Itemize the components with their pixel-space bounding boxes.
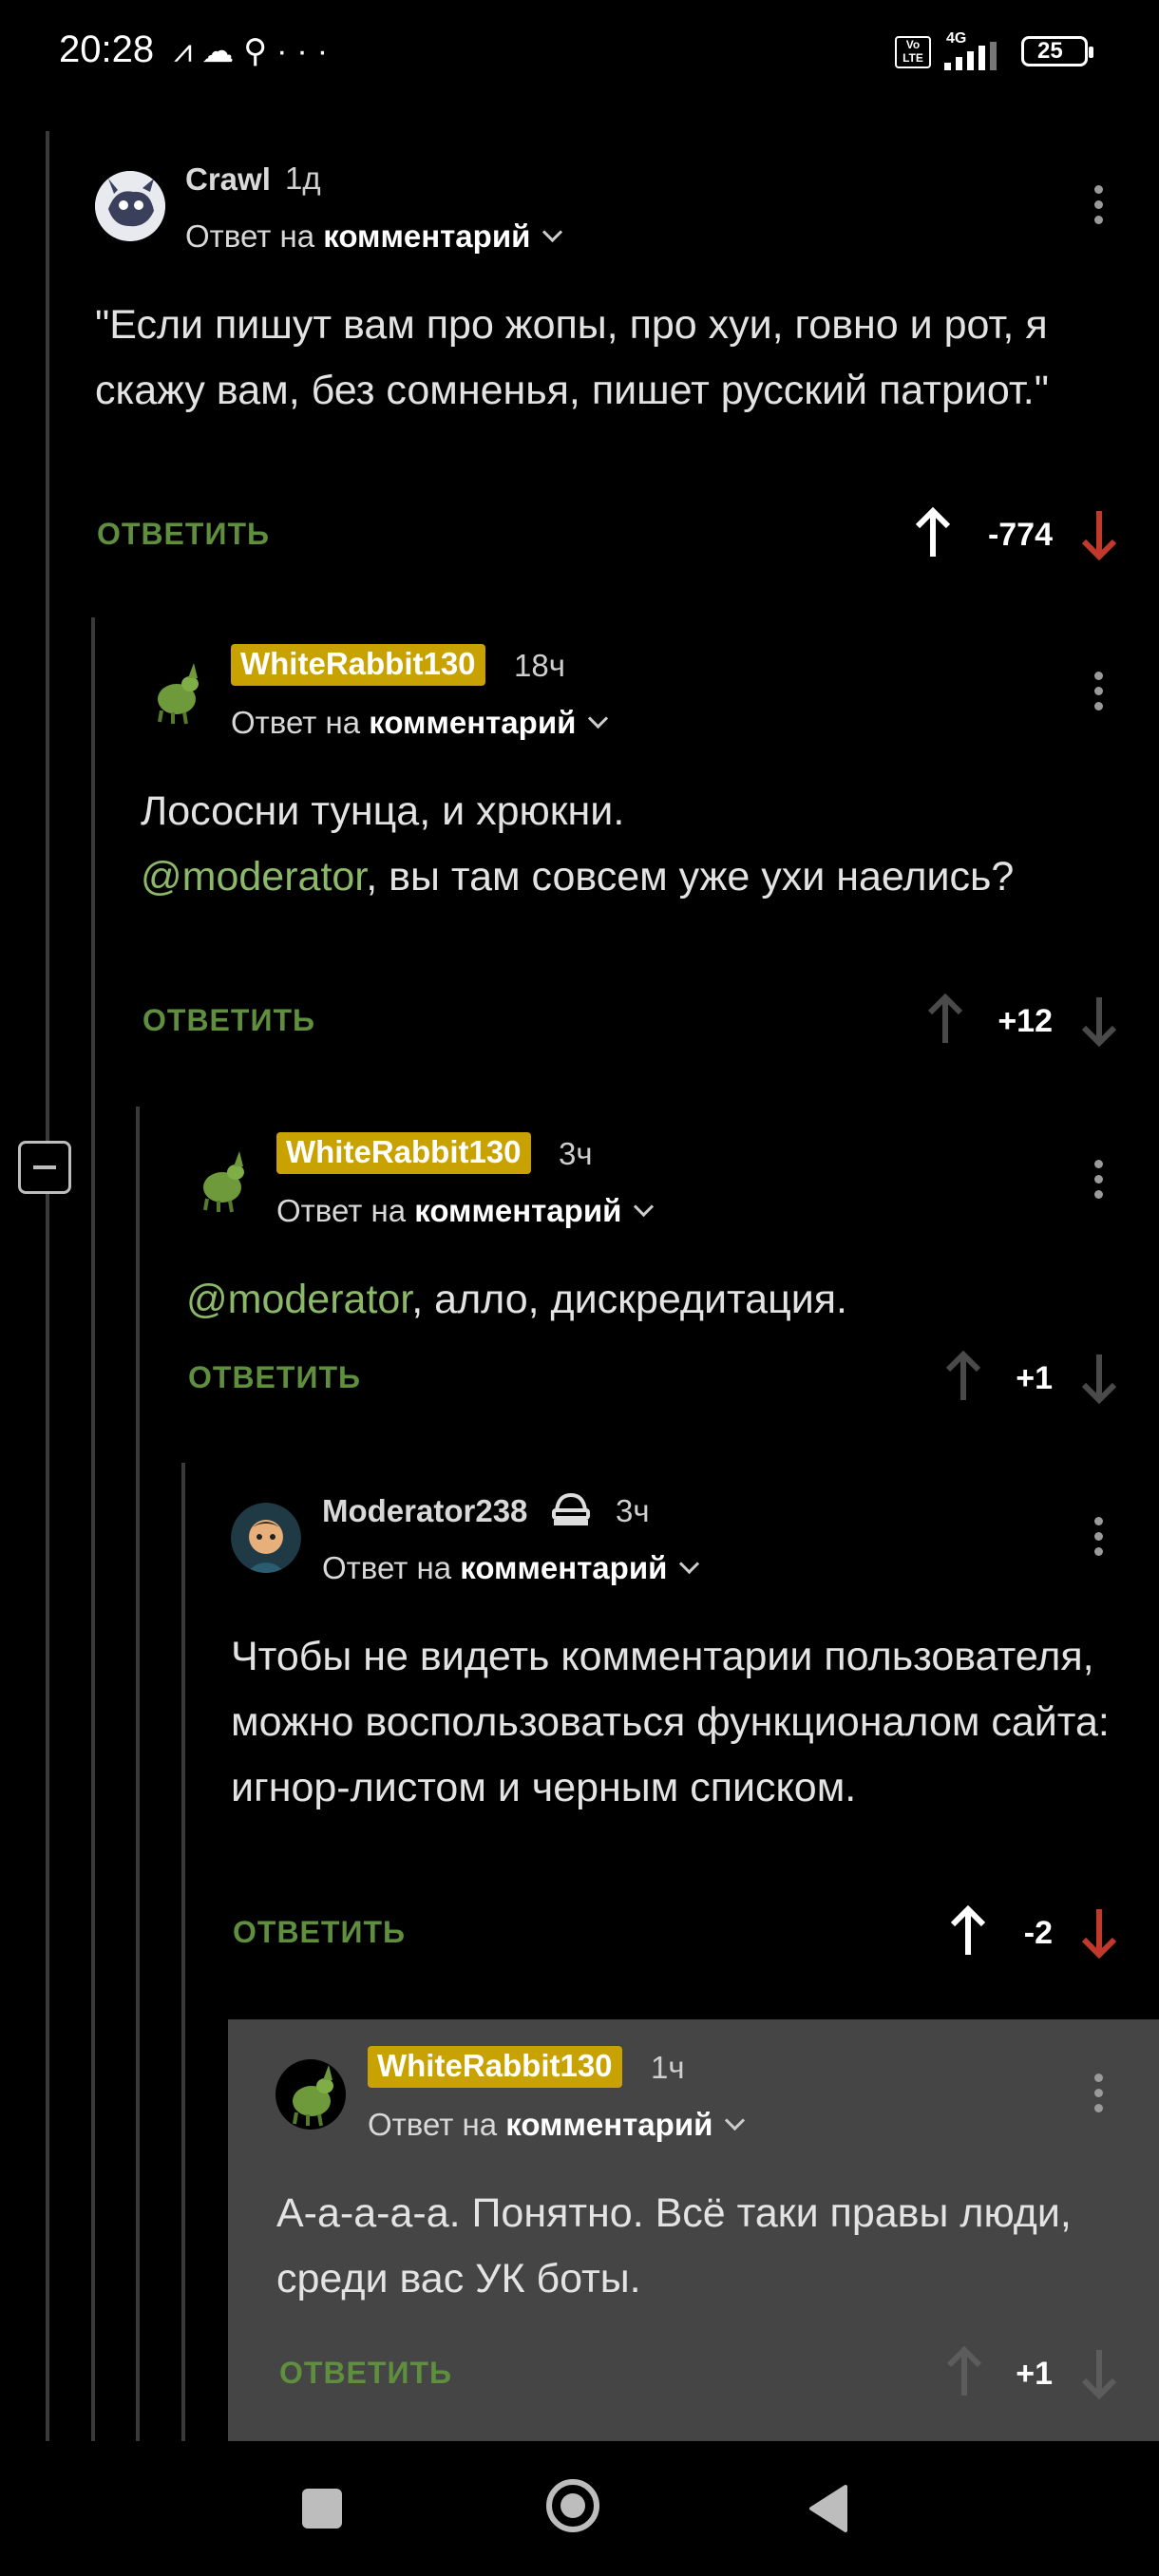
comment-time: 3ч [616,1493,650,1528]
battery-icon: 25 [1021,36,1093,66]
bird-icon: ⚲ [243,33,277,69]
comment-text: Лососни тунца, и хрюкни. @moderator, вы … [141,788,1015,900]
downvote-icon[interactable] [1078,1905,1120,1960]
comment: WhiteRabbit130 3ч Ответ на комментарий @… [0,1127,1159,1430]
downvote-icon[interactable] [1078,994,1120,1048]
more-options-icon[interactable] [1079,1510,1117,1567]
status-bar: 20:28 ⩘☁⚲··· Vo LTE 4G 25 [0,0,1159,104]
mention-link[interactable]: @moderator [141,854,366,900]
username[interactable]: WhiteRabbit130 [231,644,485,686]
username[interactable]: WhiteRabbit130 [368,2046,622,2088]
reply-button[interactable]: ОТВЕТИТЬ [188,1360,361,1395]
chevron-down-icon [542,221,563,243]
reply-to-link[interactable]: Ответ на комментарий [276,1193,655,1229]
signal-icon [944,42,997,70]
reply-button[interactable]: ОТВЕТИТЬ [142,1003,315,1038]
comment: Moderator238 3ч Ответ на комментарий Что… [0,1484,1159,1960]
chevron-down-icon [588,708,609,729]
reply-to-link[interactable]: Ответ на комментарий [322,1550,700,1586]
upvote-icon[interactable] [924,993,966,1047]
home-circle-icon[interactable] [546,2479,599,2532]
vote-score: -774 [987,517,1053,553]
vote-score: +1 [1016,1360,1053,1396]
username[interactable]: WhiteRabbit130 [276,1132,531,1174]
status-time: 20:28 [59,28,155,70]
battery-level: 25 [1037,38,1063,64]
comment-time: 3ч [559,1136,593,1171]
downvote-icon[interactable] [1078,1351,1120,1405]
recents-square-icon[interactable] [302,2489,342,2529]
comment-time: 1д [285,161,321,196]
app-icon: ⩘ [174,33,202,69]
username[interactable]: Moderator238 [322,1493,527,1529]
chevron-down-icon [679,1553,700,1575]
volte-icon: Vo LTE [895,36,931,68]
comment: Crawl 1д Ответ на комментарий "Если пишу… [0,152,1159,589]
comment-text: А-а-а-а-а. Понятно. Всё таки правы люди,… [276,2190,1072,2301]
notification-icons: ⩘☁⚲··· [174,32,337,70]
selected-comment: WhiteRabbit130 1ч Ответ на комментарий А… [228,2019,1159,2441]
chevron-down-icon [725,2110,746,2131]
navigation-bar [0,2441,1159,2576]
more-options-icon[interactable] [1079,665,1117,722]
comment-time: 18ч [514,648,565,683]
vote-score: +1 [1016,2356,1053,2392]
upvote-icon[interactable] [912,506,954,560]
back-triangle-icon[interactable] [806,2483,849,2534]
avatar[interactable] [231,1503,301,1573]
mention-link[interactable]: @moderator [186,1277,411,1322]
more-icon: ··· [276,33,338,69]
reply-button[interactable]: ОТВЕТИТЬ [279,2356,452,2391]
reply-button[interactable]: ОТВЕТИТЬ [233,1915,406,1950]
downvote-icon[interactable] [1078,2346,1120,2400]
more-options-icon[interactable] [1079,179,1117,236]
vote-score: +12 [998,1003,1053,1039]
comment-text: "Если пишут вам про жопы, про хуи, говно… [95,302,1049,413]
avatar[interactable] [186,1146,256,1216]
moderator-hat-icon [551,1491,591,1534]
comment-text: @moderator, алло, дискредитация. [186,1277,847,1322]
reply-button[interactable]: ОТВЕТИТЬ [97,517,270,552]
chevron-down-icon [634,1196,655,1218]
comment: WhiteRabbit130 18ч Ответ на комментарий … [0,638,1159,1056]
reply-to-link[interactable]: Ответ на комментарий [368,2107,746,2143]
downvote-icon[interactable] [1078,507,1120,561]
avatar[interactable] [141,657,211,728]
more-options-icon[interactable] [1079,1153,1117,1210]
reply-to-link[interactable]: Ответ на комментарий [231,705,609,741]
vote-score: -2 [1023,1915,1053,1951]
avatar[interactable] [95,171,165,241]
more-options-icon[interactable] [1079,2067,1117,2124]
reply-to-link[interactable]: Ответ на комментарий [185,218,563,255]
cloud-icon: ☁ [201,33,244,69]
avatar[interactable] [276,2059,346,2130]
comment-time: 1ч [651,2050,685,2085]
comment-text: Чтобы не видеть комментарии пользователя… [231,1634,1110,1810]
username[interactable]: Crawl [185,161,271,198]
